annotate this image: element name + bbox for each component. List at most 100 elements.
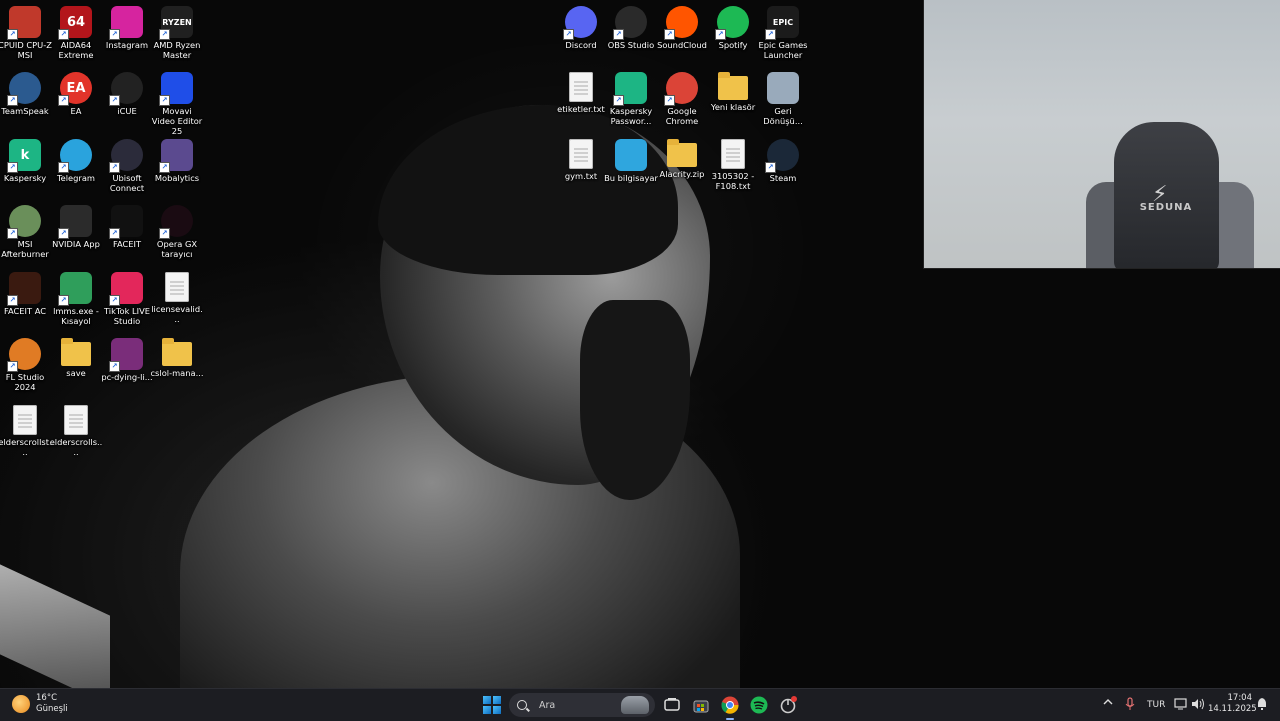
desktop-icon-label: iCUE [117,106,137,116]
desktop-icon[interactable]: ↗ pc-dying-li... [100,334,154,382]
notification-bell-icon[interactable] [1256,697,1268,714]
weather-temp: 16°C [36,693,58,703]
shortcut-arrow-icon: ↗ [58,29,69,40]
desktop-icon-label: Telegram [56,173,96,183]
desktop-icon[interactable]: ↗ Kaspersky Passwor... [604,68,658,126]
shortcut-arrow-icon: ↗ [109,228,120,239]
desktop-icon[interactable]: ↗ OBS Studio [604,2,658,50]
desktop-icon-label: OBS Studio [607,40,655,50]
desktop-icon-label: FL Studio 2024 [5,372,45,392]
shortcut-arrow-icon: ↗ [7,295,18,306]
shortcut-arrow-icon: ↗ [109,29,120,40]
clock-date: 14.11.2025 [1208,704,1257,714]
search-placeholder: Ara [539,699,556,711]
microphone-icon[interactable] [1125,697,1135,714]
desktop-icon-label: Bu bilgisayar [604,173,658,183]
desktop-icon[interactable]: ↗ Spotify [706,2,760,50]
volume-icon[interactable] [1191,698,1205,713]
desktop-icon-label: EA [70,106,82,116]
shortcut-arrow-icon: ↗ [109,361,120,372]
task-view-button[interactable] [661,694,683,716]
desktop-icon-label: gym.txt [564,171,598,181]
desktop-icon-label: lmms.exe - Kısayol [53,306,99,326]
shortcut-arrow-icon: ↗ [58,228,69,239]
kaspersky-password-icon: ↗ [613,72,647,106]
winrar-icon: ↗ [109,338,143,372]
desktop-icon[interactable]: licensevalid... [150,268,204,324]
desktop-icon-label: save [66,368,86,378]
power-app-icon [780,696,797,714]
desktop-icon[interactable]: ↗ SoundCloud [655,2,709,50]
taskbar-spotify[interactable] [748,694,770,716]
taskbar-app-notification[interactable] [777,694,799,716]
desktop-icon[interactable]: 64 ↗ AIDA64 Extreme [49,2,103,60]
shortcut-arrow-icon: ↗ [109,162,120,173]
desktop-icon[interactable]: elderscrollst... [0,401,52,457]
icue-icon: ↗ [109,72,143,106]
file-icon [165,272,189,302]
network-icon[interactable] [1174,698,1188,713]
language-indicator[interactable]: TUR [1147,700,1165,710]
telegram-icon: ↗ [58,139,92,173]
desktop-icon[interactable]: RYZEN ↗ AMD Ryzen Master [150,2,204,60]
desktop-icon[interactable]: Alacrity.zip [655,135,709,179]
folder-icon [61,338,91,366]
desktop-icon[interactable]: cslol-mana... [150,334,204,378]
desktop-icon[interactable]: ↗ TeamSpeak [0,68,52,116]
desktop-icon[interactable]: ↗ Mobalytics [150,135,204,183]
desktop-icon-label: SoundCloud [657,40,707,50]
taskbar-chrome[interactable] [719,694,741,720]
desktop-icon[interactable]: ↗ FACEIT AC [0,268,52,316]
desktop-icon[interactable]: ↗ NVIDIA App [49,201,103,249]
desktop-icon[interactable]: ↗ lmms.exe - Kısayol [49,268,103,326]
desktop-icon[interactable]: ↗ Ubisoft Connect [100,135,154,193]
desktop-icon[interactable]: Geri Dönüşü... [756,68,810,126]
desktop-icon[interactable]: ↗ Google Chrome [655,68,709,126]
desktop-icon[interactable]: save [49,334,103,378]
desktop-icon[interactable]: ↗ Discord [554,2,608,50]
desktop-icon[interactable]: elderscrolls.... [49,401,103,457]
desktop-icon-label: TikTok LIVE Studio [103,306,151,326]
shortcut-arrow-icon: ↗ [7,361,18,372]
shortcut-arrow-icon: ↗ [664,29,675,40]
taskbar: 16°C Güneşli Ara TUR 17:04 14.11.2025 [0,688,1280,721]
shortcut-arrow-icon: ↗ [109,95,120,106]
desktop-icon[interactable]: ↗ iCUE [100,68,154,116]
amd-ryzen-icon: RYZEN ↗ [159,6,193,40]
system-clock[interactable]: 17:04 14.11.2025 [1208,693,1257,715]
desktop-icon[interactable]: etiketler.txt [554,68,608,114]
desktop-icon[interactable]: ↗ TikTok LIVE Studio [100,268,154,326]
start-button[interactable] [483,696,501,714]
desktop-icon-label: MSI Afterburner [1,239,49,259]
tray-overflow-chevron-icon[interactable] [1103,698,1113,709]
desktop-icon[interactable]: 3105302 - F108.txt [706,135,760,191]
desktop-icon[interactable]: ↗ CPUID CPU-Z MSI [0,2,52,60]
desktop-icon[interactable]: gym.txt [554,135,608,181]
desktop-icon[interactable]: ↗ Telegram [49,135,103,183]
soundcloud-icon: ↗ [664,6,698,40]
desktop-icon[interactable]: ↗ FACEIT [100,201,154,249]
fl-studio-icon: ↗ [7,338,41,372]
taskbar-search[interactable]: Ara [509,693,655,717]
desktop-icon-label: etiketler.txt [557,104,605,114]
desktop-icon[interactable]: ↗ Instagram [100,2,154,50]
shortcut-arrow-icon: ↗ [159,95,170,106]
desktop-icon[interactable]: Bu bilgisayar [604,135,658,183]
folder-icon [718,72,748,100]
desktop-icon[interactable]: EA ↗ EA [49,68,103,116]
shortcut-arrow-icon: ↗ [7,162,18,173]
desktop-icon[interactable]: ↗ Steam [756,135,810,183]
shortcut-arrow-icon: ↗ [58,162,69,173]
desktop-icon[interactable]: Yeni klasör [706,68,760,112]
desktop-icon-label: AMD Ryzen Master [153,40,201,60]
desktop-icon[interactable]: ↗ Opera GX tarayıcı [150,201,204,259]
taskbar-microsoft-store[interactable] [690,694,712,716]
shortcut-arrow-icon: ↗ [7,95,18,106]
weather-widget[interactable]: 16°C Güneşli [12,693,68,715]
desktop-icon[interactable]: ↗ Movavi Video Editor 25 [150,68,204,136]
desktop-icon-label: Google Chrome [665,106,699,126]
desktop-icon[interactable]: ↗ MSI Afterburner [0,201,52,259]
desktop-icon[interactable]: ↗ FL Studio 2024 [0,334,52,392]
desktop-icon[interactable]: k ↗ Kaspersky [0,135,52,183]
desktop-icon[interactable]: EPIC ↗ Epic Games Launcher [756,2,810,60]
